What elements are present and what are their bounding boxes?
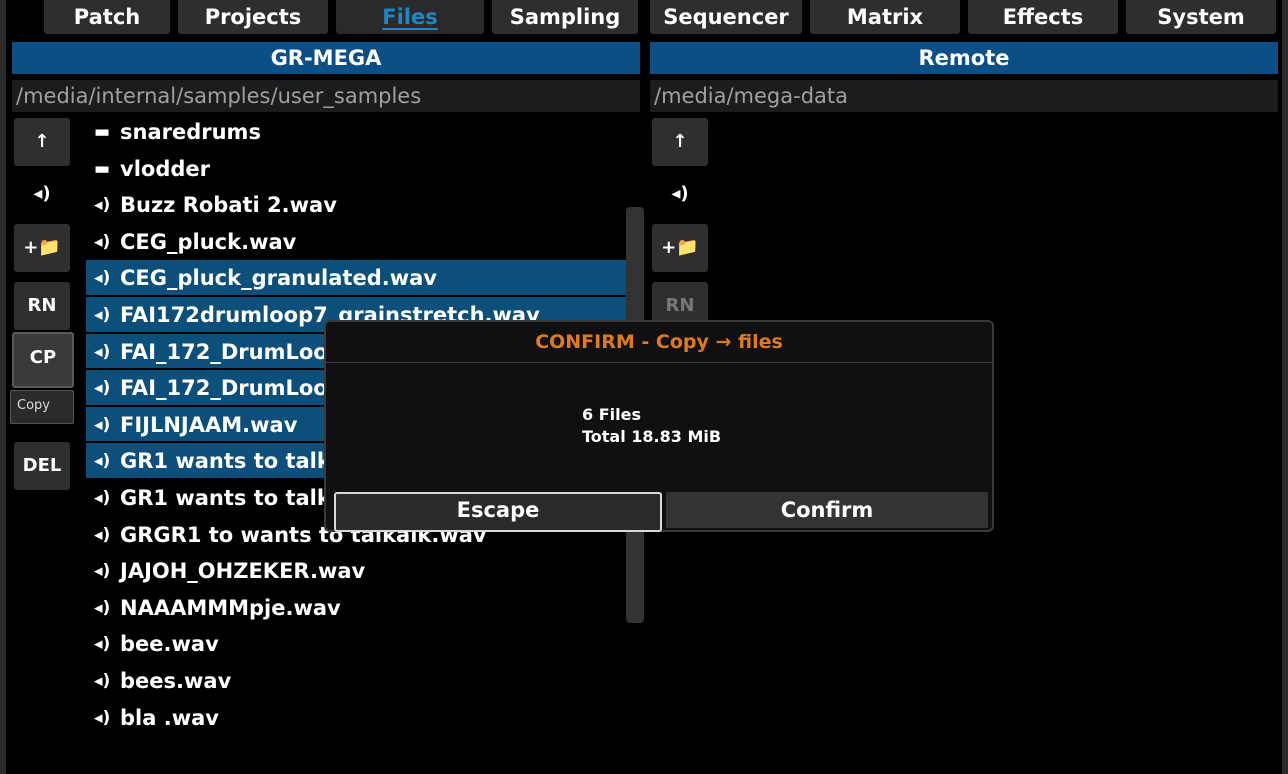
file-row[interactable]: ◂) bla .wav (86, 700, 626, 735)
file-row[interactable]: ◂) bees.wav (86, 663, 626, 700)
confirm-dialog: CONFIRM - Copy → files 6 Files Total 18.… (324, 320, 994, 532)
dialog-file-count: 6 Files (582, 405, 641, 424)
tab-bar: Patch Projects Files Sampling Sequencer … (6, 0, 1282, 36)
right-path-bar: /media/mega-data (650, 80, 1278, 112)
speaker-icon: ◂) (94, 414, 111, 435)
tab-effects[interactable]: Effects (968, 0, 1118, 34)
delete-button[interactable]: DEL (14, 442, 70, 490)
file-row[interactable]: ◂) CEG_pluck.wav (86, 224, 626, 261)
file-row[interactable]: ◂) Buzz Robati 2.wav (86, 187, 626, 224)
file-name: CEG_pluck_granulated.wav (120, 266, 437, 291)
new-folder-icon: +📁 (23, 237, 61, 258)
speaker-icon: ◂) (94, 304, 111, 325)
speaker-icon: ◂) (94, 451, 111, 472)
tab-system[interactable]: System (1126, 0, 1276, 34)
rename-button[interactable]: RN (14, 282, 70, 330)
file-row[interactable]: ▬ snaredrums (86, 114, 626, 151)
file-row[interactable]: ◂) bee.wav (86, 626, 626, 663)
speaker-icon: ◂) (94, 378, 111, 399)
new-folder-button[interactable]: +📁 (14, 224, 70, 272)
speaker-icon: ◂) (671, 183, 689, 204)
tab-projects[interactable]: Projects (178, 0, 328, 34)
remote-new-folder-button[interactable]: +📁 (652, 224, 708, 272)
copy-tooltip: Copy (10, 390, 74, 424)
speaker-icon: ◂) (94, 670, 111, 691)
file-name: NAAAMMMpje.wav (120, 595, 341, 620)
right-panel-title: Remote (650, 42, 1278, 74)
new-folder-icon: +📁 (661, 237, 699, 258)
speaker-icon: ◂) (94, 561, 111, 582)
file-name: FIJLNJAAM.wav (120, 412, 298, 437)
tab-matrix[interactable]: Matrix (810, 0, 960, 34)
file-name: bla .wav (120, 705, 219, 730)
dialog-title: CONFIRM - Copy → files (326, 322, 992, 363)
remote-up-dir-button[interactable]: ↑ (652, 118, 708, 166)
speaker-icon: ◂) (94, 487, 111, 508)
speaker-icon: ◂) (94, 231, 111, 252)
tab-sampling[interactable]: Sampling (492, 0, 638, 34)
speaker-icon: ◂) (94, 341, 111, 362)
dialog-body: 6 Files Total 18.83 MiB (582, 404, 721, 448)
speaker-icon: ◂) (94, 195, 111, 216)
file-row[interactable]: ◂) CEG_pluck_granulated.wav (86, 260, 626, 297)
up-dir-button[interactable]: ↑ (14, 118, 70, 166)
speaker-icon: ◂) (33, 183, 51, 204)
tab-sequencer[interactable]: Sequencer (650, 0, 802, 34)
speaker-icon: ◂) (94, 707, 111, 728)
confirm-button[interactable]: Confirm (666, 492, 988, 528)
arrow-up-icon: ↑ (34, 131, 50, 152)
file-row[interactable]: ◂) NAAAMMMpje.wav (86, 590, 626, 627)
file-row[interactable]: ▬ vlodder (86, 151, 626, 188)
arrow-up-icon: ↑ (672, 131, 688, 152)
file-name: bee.wav (120, 632, 219, 657)
dialog-total-size: Total 18.83 MiB (582, 427, 722, 446)
speaker-icon: ◂) (94, 597, 111, 618)
file-name: Buzz Robati 2.wav (120, 193, 337, 218)
file-row[interactable]: ◂) JAJOH_OHZEKER.wav (86, 553, 626, 590)
folder-icon: ▬ (94, 158, 111, 179)
file-name: snaredrums (120, 120, 261, 144)
left-path-bar: /media/internal/samples/user_samples (12, 80, 640, 112)
tab-files[interactable]: Files (336, 0, 484, 34)
escape-button[interactable]: Escape (334, 492, 662, 532)
speaker-icon: ◂) (94, 268, 111, 289)
speaker-icon: ◂) (94, 524, 111, 545)
file-name: vlodder (120, 156, 210, 181)
speaker-icon: ◂) (94, 634, 111, 655)
file-name: JAJOH_OHZEKER.wav (120, 559, 366, 584)
remote-preview-button[interactable]: ◂) (652, 170, 708, 218)
tab-patch[interactable]: Patch (44, 0, 170, 34)
file-name: CEG_pluck.wav (120, 229, 297, 254)
preview-button[interactable]: ◂) (14, 170, 70, 218)
folder-icon: ▬ (94, 122, 111, 142)
left-panel-title: GR-MEGA (12, 42, 640, 74)
copy-button[interactable]: CP (12, 332, 74, 388)
file-name: bees.wav (120, 668, 232, 693)
